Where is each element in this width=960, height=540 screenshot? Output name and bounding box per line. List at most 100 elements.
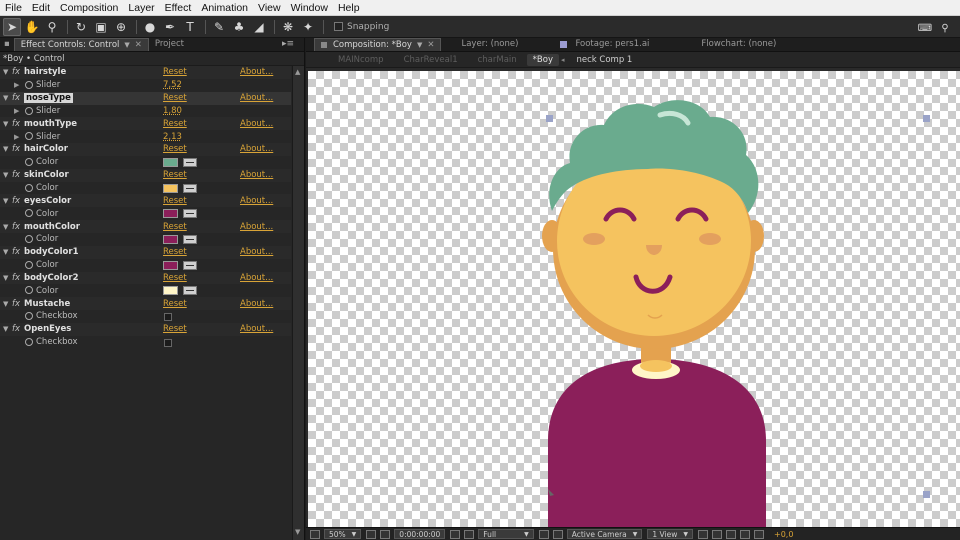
- effect-name[interactable]: mouthColor: [24, 222, 80, 232]
- menu-help[interactable]: Help: [333, 0, 365, 16]
- zoom-select[interactable]: 50% ▼: [324, 529, 362, 539]
- expand-triangle-icon[interactable]: ▼: [3, 94, 8, 102]
- rotate-icon[interactable]: ↻: [72, 18, 90, 36]
- expand-triangle-icon[interactable]: ▼: [3, 300, 8, 308]
- expand-triangle-icon[interactable]: ▶: [14, 107, 19, 115]
- tab-composition[interactable]: Composition: *Boy ▼ ✕: [314, 38, 442, 52]
- safe-margins-icon[interactable]: [366, 529, 377, 539]
- fx-toggle-icon[interactable]: fx: [12, 93, 20, 103]
- pan-behind-icon[interactable]: ⊕: [112, 18, 130, 36]
- reset-link[interactable]: Reset: [163, 67, 187, 77]
- effects-scrollbar[interactable]: ▲ ▼: [292, 66, 304, 540]
- effect-row-openeyes[interactable]: ▼ fx OpenEyes Reset About...: [0, 322, 291, 336]
- reset-exposure-icon[interactable]: [753, 529, 764, 539]
- reset-link[interactable]: Reset: [163, 144, 187, 154]
- effect-row-hairstyle[interactable]: ▼ fx hairstyle Reset About...: [0, 66, 291, 79]
- expand-triangle-icon[interactable]: ▼: [3, 171, 8, 179]
- effect-row-haircolor[interactable]: ▼ fx hairColor Reset About...: [0, 143, 291, 156]
- timecode-field[interactable]: 0:00:00:00: [394, 529, 446, 539]
- snapshot-icon[interactable]: [450, 529, 461, 539]
- reset-link[interactable]: Reset: [163, 170, 187, 180]
- close-icon[interactable]: ✕: [427, 39, 434, 52]
- about-link[interactable]: About...: [240, 273, 273, 283]
- menu-view[interactable]: View: [253, 0, 286, 16]
- about-link[interactable]: About...: [240, 93, 273, 103]
- bbox-handle-tl[interactable]: [546, 115, 553, 122]
- puppet-pin-icon[interactable]: ✦: [299, 18, 317, 36]
- panel-menu-icon[interactable]: ▸≡: [282, 39, 294, 49]
- fx-toggle-icon[interactable]: fx: [12, 247, 20, 257]
- slider-value[interactable]: 1,80: [163, 106, 182, 116]
- stopwatch-icon[interactable]: [25, 260, 33, 269]
- fx-toggle-icon[interactable]: fx: [12, 119, 20, 129]
- eyedropper-icon[interactable]: [183, 286, 197, 296]
- stopwatch-icon[interactable]: [25, 183, 33, 192]
- mask-view-icon[interactable]: [380, 529, 391, 539]
- expand-triangle-icon[interactable]: ▶: [14, 133, 19, 141]
- color-swatch[interactable]: [163, 157, 178, 167]
- type-icon[interactable]: T: [181, 18, 199, 36]
- chevron-down-icon[interactable]: ▼: [124, 39, 129, 52]
- eyedropper-icon[interactable]: [183, 260, 197, 270]
- slider-value[interactable]: 2,13: [163, 132, 182, 142]
- stopwatch-icon[interactable]: [25, 132, 33, 141]
- effect-name[interactable]: OpenEyes: [24, 324, 71, 334]
- effect-row-bodycolor1[interactable]: ▼ fx bodyColor1 Reset About...: [0, 245, 291, 259]
- hand-icon[interactable]: ✋: [23, 18, 41, 36]
- resolution-select[interactable]: Full ▼: [478, 529, 534, 539]
- expand-triangle-icon[interactable]: ▼: [3, 68, 8, 76]
- camera-icon[interactable]: ▣: [92, 18, 110, 36]
- selection-arrow-icon[interactable]: ➤: [3, 17, 21, 36]
- color-swatch[interactable]: [163, 286, 178, 296]
- flowchart-icon[interactable]: [739, 529, 750, 539]
- fast-previews-icon[interactable]: [711, 529, 722, 539]
- fx-toggle-icon[interactable]: fx: [12, 67, 20, 77]
- chevron-down-icon[interactable]: ▼: [417, 39, 422, 52]
- ellipse-icon[interactable]: ●: [141, 18, 159, 36]
- expand-triangle-icon[interactable]: ▼: [3, 248, 8, 256]
- effect-name[interactable]: bodyColor2: [24, 273, 79, 283]
- about-link[interactable]: About...: [240, 170, 273, 180]
- panel-grip-icon[interactable]: ▪: [0, 38, 14, 51]
- color-swatch[interactable]: [163, 260, 178, 270]
- menu-layer[interactable]: Layer: [123, 0, 159, 16]
- about-link[interactable]: About...: [240, 196, 273, 206]
- stopwatch-icon[interactable]: [25, 80, 33, 89]
- composition-viewer[interactable]: [308, 71, 960, 527]
- eraser-icon[interactable]: ◢: [250, 18, 268, 36]
- expand-triangle-icon[interactable]: ▼: [3, 197, 8, 205]
- checkbox[interactable]: [164, 338, 172, 347]
- stopwatch-icon[interactable]: [25, 209, 33, 218]
- effect-row-skincolor[interactable]: ▼ fx skinColor Reset About...: [0, 168, 291, 182]
- fx-toggle-icon[interactable]: fx: [12, 170, 20, 180]
- effect-name[interactable]: hairColor: [24, 144, 68, 154]
- expand-triangle-icon[interactable]: ▶: [14, 81, 19, 89]
- about-link[interactable]: About...: [240, 67, 273, 77]
- tab-project[interactable]: Project: [149, 38, 190, 51]
- expand-triangle-icon[interactable]: ▼: [3, 145, 8, 153]
- bbox-handle-tr[interactable]: [923, 115, 930, 122]
- show-channel-icon[interactable]: [464, 529, 475, 539]
- tab-flowchart[interactable]: Flowchart: (none): [695, 38, 782, 51]
- reset-link[interactable]: Reset: [163, 93, 187, 103]
- brush-icon[interactable]: ✎: [210, 18, 228, 36]
- effect-name[interactable]: noseType: [24, 93, 73, 104]
- toggle-pixel-aspect-icon[interactable]: [697, 529, 708, 539]
- fx-toggle-icon[interactable]: fx: [12, 299, 20, 309]
- scroll-down-icon[interactable]: ▼: [295, 528, 300, 536]
- reset-link[interactable]: Reset: [163, 247, 187, 257]
- effect-row-bodycolor2[interactable]: ▼ fx bodyColor2 Reset About...: [0, 271, 291, 285]
- menu-file[interactable]: File: [0, 0, 27, 16]
- tab-layer[interactable]: Layer: (none): [455, 38, 524, 51]
- effect-name[interactable]: skinColor: [24, 170, 69, 180]
- effect-row-mouthtype[interactable]: ▼ fx mouthType Reset About...: [0, 117, 291, 131]
- breadcrumb-item[interactable]: MAINcomp: [328, 55, 394, 65]
- stopwatch-icon[interactable]: [25, 312, 33, 321]
- snapping-checkbox[interactable]: [334, 22, 343, 31]
- stopwatch-icon[interactable]: [25, 337, 33, 346]
- region-of-interest-icon[interactable]: [538, 529, 549, 539]
- clone-stamp-icon[interactable]: ♣: [230, 18, 248, 36]
- reset-link[interactable]: Reset: [163, 119, 187, 129]
- fx-toggle-icon[interactable]: fx: [12, 144, 20, 154]
- eyedropper-icon[interactable]: [183, 183, 197, 193]
